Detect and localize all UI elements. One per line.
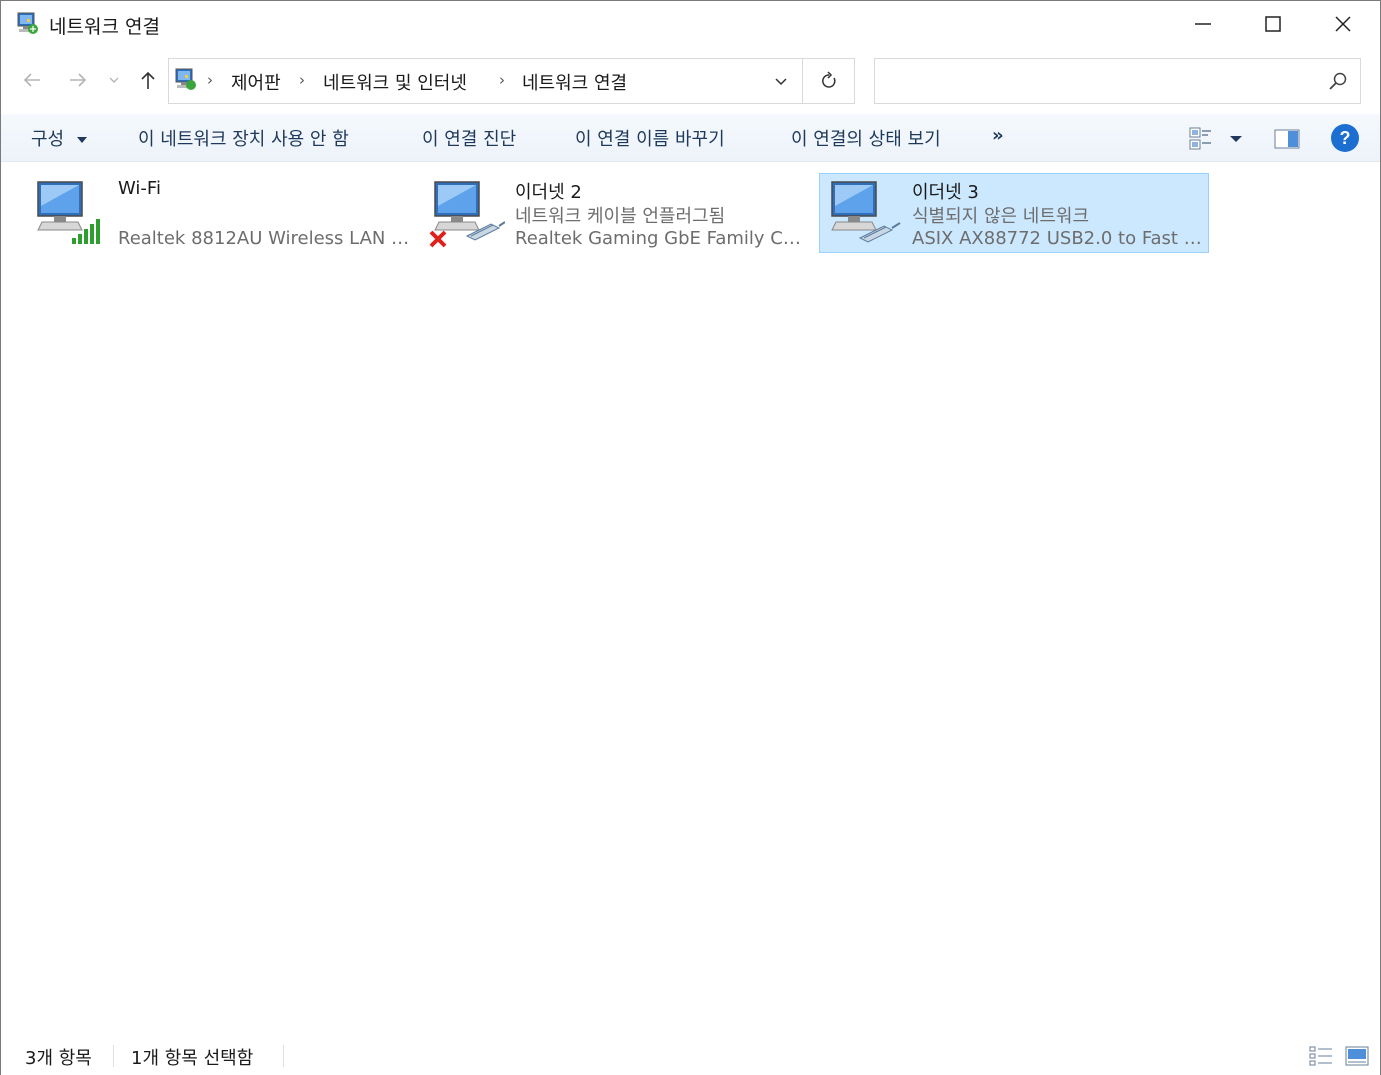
disable-device-button[interactable]: 이 네트워크 장치 사용 안 함 bbox=[138, 125, 349, 151]
connection-name: 이더넷 2 bbox=[515, 182, 582, 203]
change-view-button[interactable] bbox=[1187, 124, 1247, 154]
address-history-dropdown[interactable] bbox=[761, 58, 801, 104]
chevron-down-icon bbox=[109, 77, 119, 83]
network-connections-window: 네트워크 연결 › 제어판 › 네트워크 및 인터넷 › 네트워크 연결 구성 … bbox=[0, 0, 1381, 1075]
minimize-button[interactable] bbox=[1168, 1, 1238, 47]
breadcrumb-separator: › bbox=[499, 71, 505, 89]
ethernet-adapter-icon bbox=[831, 181, 901, 243]
maximize-icon bbox=[1265, 16, 1281, 32]
connection-device: ASIX AX88772 USB2.0 to Fast Et... bbox=[912, 228, 1208, 249]
organize-label: 구성 bbox=[31, 129, 65, 150]
up-arrow-icon bbox=[141, 71, 155, 89]
forward-button[interactable] bbox=[63, 65, 93, 95]
window-title: 네트워크 연결 bbox=[49, 16, 160, 38]
connection-item-ethernet-3[interactable]: 이더넷 3 식별되지 않은 네트워크 ASIX AX88772 USB2.0 t… bbox=[819, 173, 1209, 253]
connection-status: 네트워크 케이블 언플러그됨 bbox=[515, 206, 726, 227]
minimize-icon bbox=[1195, 23, 1211, 25]
breadcrumb-separator: › bbox=[207, 71, 213, 89]
status-divider bbox=[113, 1045, 114, 1067]
control-panel-network-icon bbox=[175, 68, 196, 90]
connection-name: Wi-Fi bbox=[118, 178, 161, 199]
maximize-button[interactable] bbox=[1238, 1, 1308, 47]
navigation-bar: › 제어판 › 네트워크 및 인터넷 › 네트워크 연결 bbox=[1, 51, 1380, 111]
up-button[interactable] bbox=[133, 65, 163, 95]
back-button[interactable] bbox=[17, 65, 47, 95]
breadcrumb-separator: › bbox=[299, 71, 305, 89]
view-status-button[interactable]: 이 연결의 상태 보기 bbox=[791, 125, 941, 151]
network-connections-app-icon bbox=[17, 12, 38, 34]
forward-arrow-icon bbox=[70, 73, 87, 87]
connections-list: Wi-Fi Realtek 8812AU Wireless LAN 80... … bbox=[1, 163, 1380, 1033]
wireless-adapter-icon bbox=[37, 181, 100, 244]
breadcrumb-control-panel[interactable]: 제어판 bbox=[231, 69, 281, 95]
close-button[interactable] bbox=[1308, 1, 1378, 47]
selected-count: 1개 항목 선택함 bbox=[131, 1048, 254, 1069]
organize-menu[interactable]: 구성 bbox=[31, 125, 88, 151]
connection-status: 식별되지 않은 네트워크 bbox=[912, 206, 1090, 227]
preview-pane-icon bbox=[1274, 129, 1300, 149]
search-icon bbox=[1329, 72, 1347, 90]
ethernet-disconnected-icon bbox=[429, 181, 505, 248]
refresh-icon bbox=[821, 71, 835, 88]
dropdown-arrow-icon bbox=[76, 137, 87, 143]
search-box[interactable] bbox=[874, 58, 1361, 104]
status-bar: 3개 항목 1개 항목 선택함 bbox=[1, 1035, 1380, 1075]
details-view-icon[interactable] bbox=[1309, 1045, 1333, 1067]
view-options-icon bbox=[1189, 127, 1242, 150]
address-bar[interactable]: › 제어판 › 네트워크 및 인터넷 › 네트워크 연결 bbox=[168, 58, 803, 104]
preview-pane-button[interactable] bbox=[1273, 126, 1303, 152]
connection-name: 이더넷 3 bbox=[912, 182, 979, 203]
more-commands-button[interactable]: » bbox=[992, 125, 1004, 146]
connection-item-wifi[interactable]: Wi-Fi Realtek 8812AU Wireless LAN 80... bbox=[25, 173, 415, 253]
breadcrumb-network-connections[interactable]: 네트워크 연결 bbox=[522, 69, 627, 95]
back-arrow-icon bbox=[23, 73, 40, 87]
large-icons-view-icon[interactable] bbox=[1345, 1045, 1369, 1067]
chevron-down-icon bbox=[775, 78, 787, 86]
command-bar: 구성 이 네트워크 장치 사용 안 함 이 연결 진단 이 연결 이름 바꾸기 … bbox=[1, 114, 1380, 162]
close-icon bbox=[1335, 16, 1351, 32]
refresh-button[interactable] bbox=[803, 58, 855, 104]
help-button[interactable]: ? bbox=[1331, 124, 1359, 152]
recent-locations-button[interactable] bbox=[103, 65, 125, 95]
connection-device: Realtek Gaming GbE Family Cont... bbox=[515, 228, 811, 249]
connection-item-ethernet-2[interactable]: 이더넷 2 네트워크 케이블 언플러그됨 Realtek Gaming GbE … bbox=[422, 173, 812, 253]
rename-button[interactable]: 이 연결 이름 바꾸기 bbox=[575, 125, 725, 151]
connection-device: Realtek 8812AU Wireless LAN 80... bbox=[118, 228, 414, 249]
title-bar: 네트워크 연결 bbox=[1, 1, 1380, 47]
item-count: 3개 항목 bbox=[25, 1048, 92, 1069]
diagnose-button[interactable]: 이 연결 진단 bbox=[422, 125, 516, 151]
status-divider bbox=[283, 1045, 284, 1067]
breadcrumb-network-internet[interactable]: 네트워크 및 인터넷 bbox=[323, 69, 467, 95]
